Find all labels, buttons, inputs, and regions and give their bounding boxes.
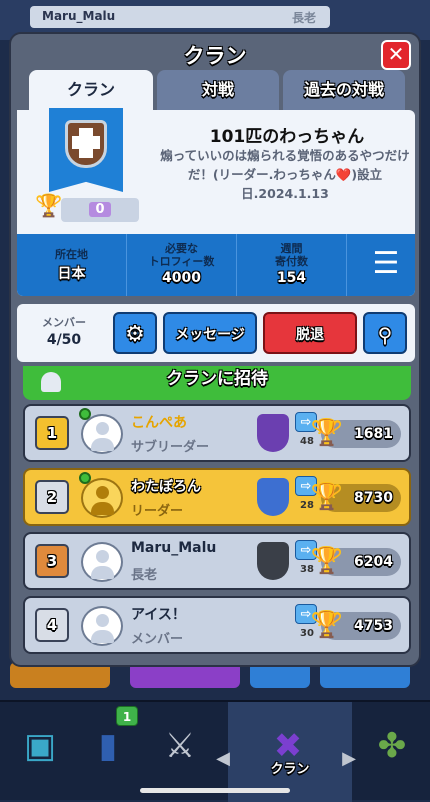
gear-icon: ⚙ (125, 322, 145, 347)
member-row[interactable]: 3 Maru_Malu 長老 ⇨ 38 6204 🏆 (23, 532, 411, 590)
member-row[interactable]: 2 わたぼろん リーダー ⇨ 28 8730 🏆 (23, 468, 411, 526)
search-icon: ⚲ (377, 323, 393, 347)
close-button[interactable]: ✕ (381, 40, 411, 70)
clan-dialog: クラン ✕ クラン 対戦 過去の対戦 🏆 0 101匹のわっちゃん 煽っていいの… (9, 32, 421, 667)
member-role: メンバー (131, 632, 184, 647)
search-button[interactable]: ⚲ (363, 312, 407, 354)
home-indicator (140, 788, 290, 793)
nav-label-clan: クラン (270, 762, 310, 777)
member-rank: 1 (35, 416, 69, 450)
shop-icon[interactable]: ▣ (10, 716, 70, 776)
league-badge-icon (257, 542, 289, 580)
member-name: Maru_Malu (131, 540, 217, 556)
member-rank: 4 (35, 608, 69, 642)
trophy-icon: 🏆 (310, 482, 343, 512)
member-name: こんぺあ (131, 415, 187, 431)
clan-description: 煽っていいのは煽られる覚悟のあるやつだけだ！(リーダー.わっちゃん❤️)設立日.… (160, 148, 410, 201)
leave-button[interactable]: 脱退 (263, 312, 357, 354)
person-icon (41, 372, 61, 392)
clan-stats: 所在地 日本 必要な トロフィー数 4000 週間 寄付数 154 ☰ (17, 234, 415, 296)
events-icon[interactable]: ✤ (362, 716, 422, 776)
member-row[interactable]: 1 こんぺあ サブリーダー ⇨ 48 1681 🏆 (23, 404, 411, 462)
clan-trophy-count: 0 (61, 198, 139, 222)
member-rank: 3 (35, 544, 69, 578)
bottom-nav: ▣ ▮ ⚔ ◀ ✖ ▶ ✤ (0, 700, 430, 802)
battle-icon[interactable]: ⚔ (150, 716, 210, 776)
member-avatar (81, 414, 123, 454)
member-avatar (81, 478, 123, 518)
online-indicator (79, 472, 91, 484)
trophy-icon: 🏆 (310, 610, 343, 640)
tab-battle[interactable]: 対戦 (157, 70, 279, 110)
tab-past-battles[interactable]: 過去の対戦 (283, 70, 405, 110)
members-count: 4/50 (46, 332, 82, 348)
stat-location: 所在地 日本 (17, 234, 127, 296)
clan-info-panel: 🏆 0 101匹のわっちゃん 煽っていいのは煽られる覚悟のあるやつだけだ！(リー… (17, 108, 415, 296)
background-player-name: Maru_Malu (42, 9, 116, 23)
clan-name: 101匹のわっちゃん (209, 127, 365, 147)
member-name: アイス！ (131, 607, 186, 623)
member-role: リーダー (131, 504, 184, 519)
message-button[interactable]: メッセージ (163, 312, 257, 354)
member-rank: 2 (35, 480, 69, 514)
member-row[interactable]: 4 アイス！ メンバー ⇨ 30 4753 🏆 (23, 596, 411, 654)
stat-required-trophies: 必要な トロフィー数 4000 (127, 234, 237, 296)
trophy-icon: 🏆 (310, 418, 343, 448)
tab-clan[interactable]: クラン (29, 70, 153, 110)
league-badge-icon (257, 414, 289, 452)
member-avatar (81, 542, 123, 582)
members-label: メンバー (42, 316, 86, 329)
dialog-title: クラン (183, 44, 247, 68)
cards-badge: 1 (116, 706, 138, 726)
member-name: わたぼろん (131, 479, 201, 495)
background-player-role: 長老 (292, 11, 317, 25)
close-icon: ✕ (387, 42, 405, 66)
members-bar: メンバー 4/50 ⚙ メッセージ 脱退 ⚲ (17, 304, 415, 362)
settings-button[interactable]: ⚙ (113, 312, 157, 354)
member-avatar (81, 606, 123, 646)
clan-trophy-icon: 🏆 (35, 194, 63, 219)
clan-menu-icon[interactable]: ☰ (367, 246, 405, 282)
member-role: 長老 (131, 568, 158, 583)
online-indicator (79, 408, 91, 420)
trophy-icon: 🏆 (310, 546, 343, 576)
member-role: サブリーダー (131, 440, 210, 455)
league-badge-icon (257, 478, 289, 516)
invite-button[interactable]: クランに招待 (23, 366, 411, 400)
stat-weekly-donations: 週間 寄付数 154 (237, 234, 347, 296)
